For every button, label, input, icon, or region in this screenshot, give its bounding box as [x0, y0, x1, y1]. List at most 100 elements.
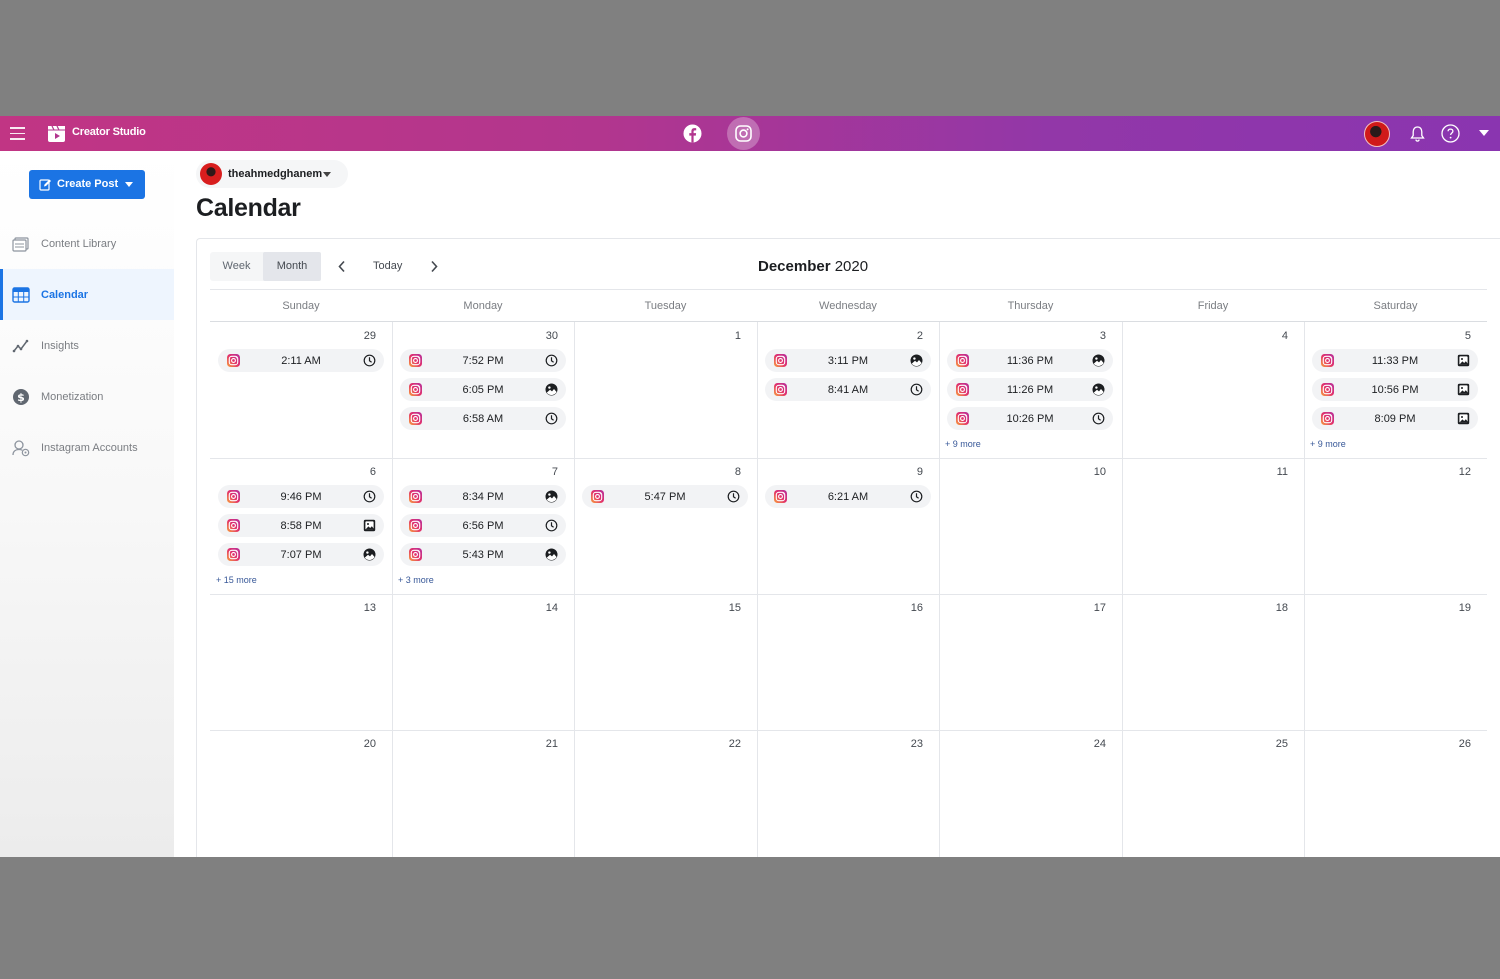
month-view-button[interactable]: Month	[263, 252, 321, 281]
day-number[interactable]: 10	[1076, 466, 1106, 478]
day-number[interactable]: 21	[528, 738, 558, 750]
day-number[interactable]: 26	[1441, 738, 1471, 750]
chevron-left-icon[interactable]	[337, 260, 347, 273]
day-number[interactable]: 2	[893, 330, 923, 342]
day-number[interactable]: 30	[528, 330, 558, 342]
scheduled-post-item[interactable]: 6:56 PM	[400, 514, 566, 537]
scheduled-post-item[interactable]: 8:09 PM	[1312, 407, 1478, 430]
day-number[interactable]: 3	[1076, 330, 1106, 342]
create-post-button[interactable]: Create Post	[29, 170, 145, 199]
sidebar-item-monetization[interactable]: $ Monetization	[0, 371, 174, 422]
instagram-icon	[956, 412, 969, 425]
scheduled-post-item[interactable]: 11:33 PM	[1312, 349, 1478, 372]
account-menu-chevron-down-icon[interactable]	[1479, 130, 1489, 136]
day-number[interactable]: 6	[346, 466, 376, 478]
day-number[interactable]: 9	[893, 466, 923, 478]
scheduled-post-item[interactable]: 7:52 PM	[400, 349, 566, 372]
scheduled-post-item[interactable]: 10:26 PM	[947, 407, 1113, 430]
scheduled-post-item[interactable]: 2:11 AM	[218, 349, 384, 372]
scheduled-post-item[interactable]: 6:58 AM	[400, 407, 566, 430]
bell-icon[interactable]	[1409, 125, 1426, 143]
day-number[interactable]: 23	[893, 738, 923, 750]
scheduled-post-item[interactable]: 6:05 PM	[400, 378, 566, 401]
post-time: 7:07 PM	[280, 549, 322, 561]
more-posts-link[interactable]: + 9 more	[1310, 439, 1346, 449]
scheduled-post-item[interactable]: 6:21 AM	[765, 485, 931, 508]
today-button[interactable]: Today	[373, 260, 402, 272]
instagram-icon	[956, 383, 969, 396]
scheduled-post-item[interactable]: 3:11 PM	[765, 349, 931, 372]
day-number[interactable]: 5	[1441, 330, 1471, 342]
day-number[interactable]: 13	[346, 602, 376, 614]
image-circle-icon	[545, 383, 558, 396]
instagram-icon	[227, 490, 240, 503]
image-circle-icon	[363, 548, 376, 561]
view-toggle: Week Month	[210, 252, 321, 281]
grid-divider	[210, 730, 1487, 731]
day-number[interactable]: 12	[1441, 466, 1471, 478]
grid-divider	[1122, 322, 1123, 857]
day-number[interactable]: 19	[1441, 602, 1471, 614]
day-of-week-sunday: Sunday	[282, 300, 320, 312]
scheduled-post-item[interactable]: 7:07 PM	[218, 543, 384, 566]
sidebar-item-calendar[interactable]: Calendar	[0, 269, 174, 320]
photo-icon	[363, 519, 376, 532]
chevron-down-icon[interactable]	[125, 182, 133, 187]
day-number[interactable]: 8	[711, 466, 741, 478]
day-number[interactable]: 14	[528, 602, 558, 614]
day-number[interactable]: 22	[711, 738, 741, 750]
scheduled-post-item[interactable]: 8:34 PM	[400, 485, 566, 508]
scheduled-post-item[interactable]: 8:58 PM	[218, 514, 384, 537]
instagram-icon	[409, 519, 422, 532]
sidebar-item-instagram-accounts[interactable]: Instagram Accounts	[0, 422, 174, 473]
clock-icon	[910, 490, 923, 503]
sidebar-item-content-library[interactable]: Content Library	[0, 218, 174, 269]
scheduled-post-item[interactable]: 11:36 PM	[947, 349, 1113, 372]
user-avatar[interactable]	[1364, 121, 1390, 147]
instagram-tab-button[interactable]	[727, 117, 760, 150]
day-number[interactable]: 24	[1076, 738, 1106, 750]
sidebar-item-label: Monetization	[41, 391, 104, 403]
menu-icon[interactable]	[10, 127, 25, 140]
instagram-icon	[227, 519, 240, 532]
account-selector[interactable]: theahmedghanem	[196, 160, 348, 188]
scheduled-post-item[interactable]: 8:41 AM	[765, 378, 931, 401]
day-number[interactable]: 7	[528, 466, 558, 478]
chevron-right-icon[interactable]	[429, 260, 439, 273]
post-time: 5:43 PM	[462, 549, 504, 561]
help-icon[interactable]	[1441, 124, 1460, 143]
scheduled-post-item[interactable]: 5:47 PM	[582, 485, 748, 508]
scheduled-post-item[interactable]: 5:43 PM	[400, 543, 566, 566]
day-of-week-wednesday: Wednesday	[819, 300, 877, 312]
day-number[interactable]: 11	[1258, 466, 1288, 478]
post-time: 6:56 PM	[462, 520, 504, 532]
month-name: December	[758, 258, 831, 275]
day-number[interactable]: 15	[711, 602, 741, 614]
day-number[interactable]: 20	[346, 738, 376, 750]
day-number[interactable]: 25	[1258, 738, 1288, 750]
day-of-week-thursday: Thursday	[1007, 300, 1054, 312]
instagram-icon	[774, 383, 787, 396]
day-number[interactable]: 17	[1076, 602, 1106, 614]
scheduled-post-item[interactable]: 10:56 PM	[1312, 378, 1478, 401]
grid-divider	[1304, 322, 1305, 857]
sidebar-item-insights[interactable]: Insights	[0, 320, 174, 371]
year: 2020	[834, 258, 869, 275]
day-number[interactable]: 1	[711, 330, 741, 342]
post-time: 6:58 AM	[462, 413, 504, 425]
scheduled-post-item[interactable]: 11:26 PM	[947, 378, 1113, 401]
content-library-icon	[12, 237, 29, 252]
grid-divider	[210, 594, 1487, 595]
more-posts-link[interactable]: + 15 more	[216, 575, 257, 585]
day-number[interactable]: 4	[1258, 330, 1288, 342]
more-posts-link[interactable]: + 9 more	[945, 439, 981, 449]
day-number[interactable]: 16	[893, 602, 923, 614]
scheduled-post-item[interactable]: 9:46 PM	[218, 485, 384, 508]
day-number[interactable]: 18	[1258, 602, 1288, 614]
instagram-icon	[774, 354, 787, 367]
month-title: December 2020	[758, 258, 868, 275]
day-number[interactable]: 29	[346, 330, 376, 342]
more-posts-link[interactable]: + 3 more	[398, 575, 434, 585]
facebook-icon[interactable]	[682, 123, 703, 144]
week-view-button[interactable]: Week	[210, 252, 263, 281]
